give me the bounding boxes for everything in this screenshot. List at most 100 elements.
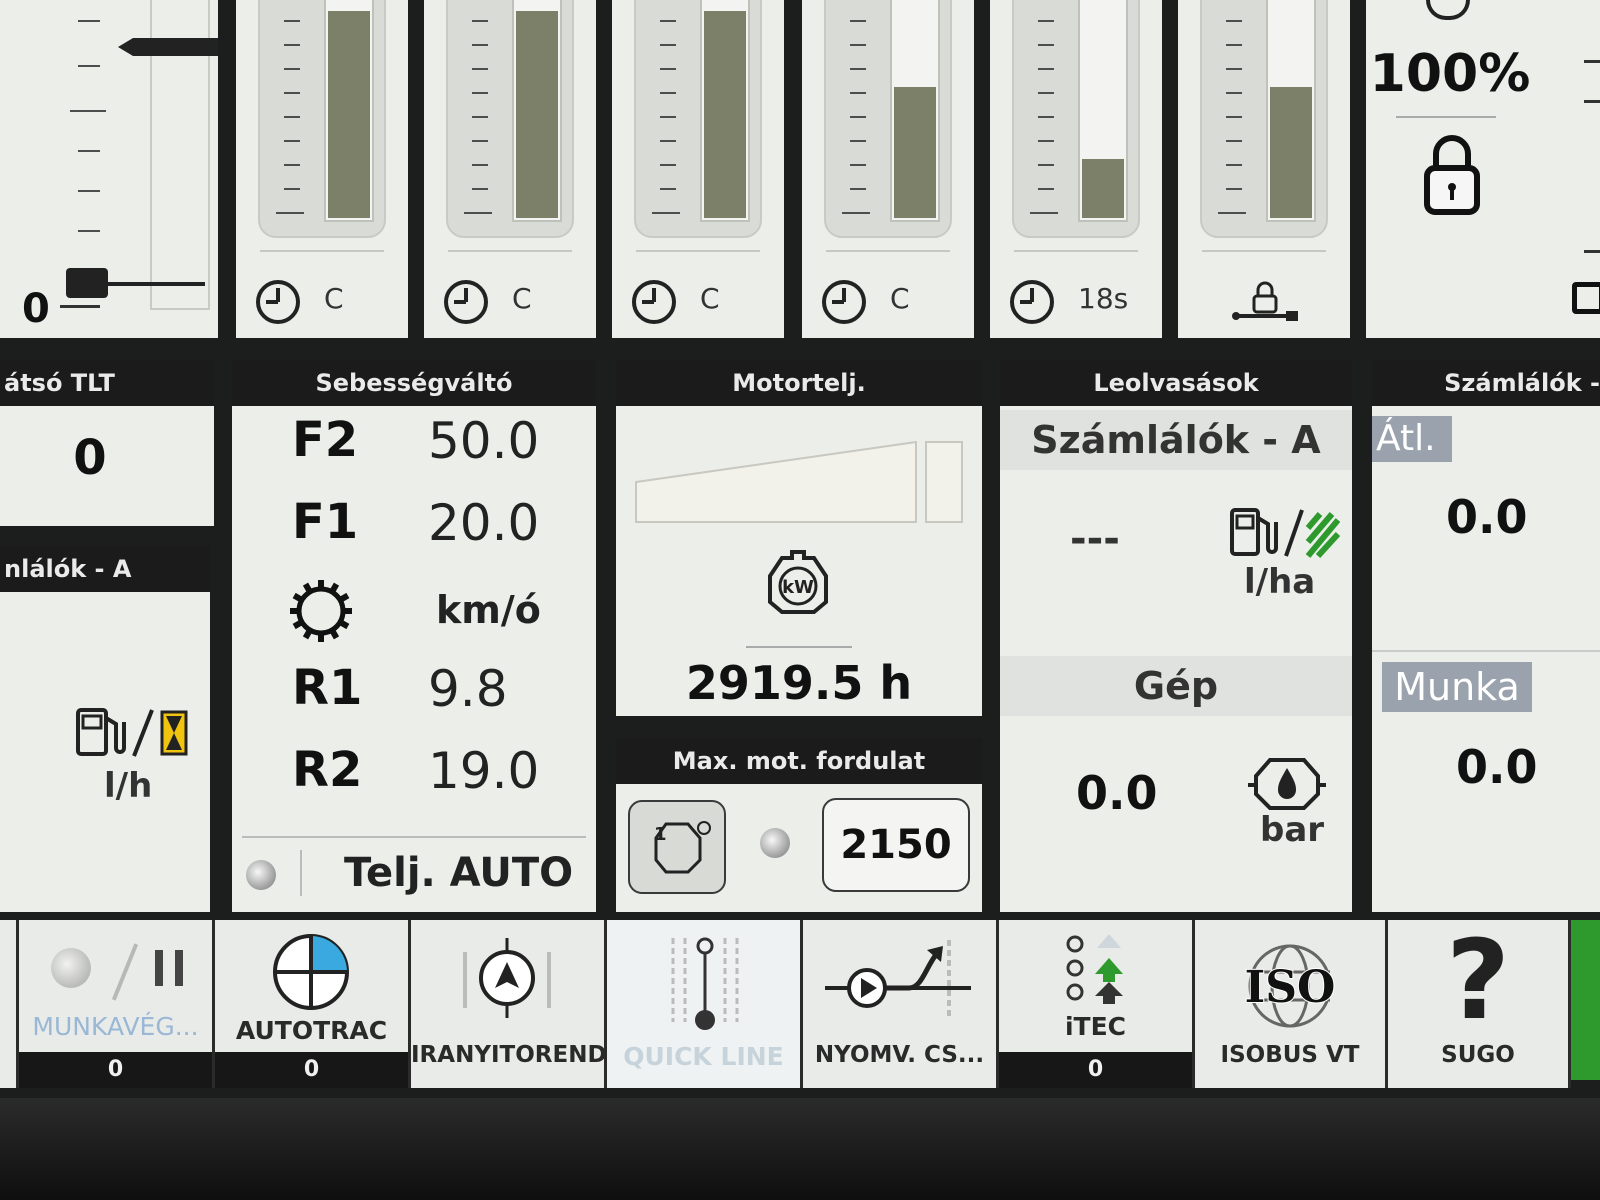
flow-bar-track: [324, 0, 374, 222]
scale-tick: [1038, 68, 1054, 70]
scale-tick: [850, 92, 866, 94]
divider: [746, 646, 852, 648]
scale-tick: [1038, 140, 1054, 142]
valve-slider-panel[interactable]: C: [612, 0, 784, 338]
nav-quick-line[interactable]: QUICK LINE: [607, 920, 803, 1088]
nav-isobus[interactable]: ISO ISOBUS VT: [1195, 920, 1388, 1088]
scale-tick: [472, 164, 488, 166]
valve-slider-panel[interactable]: C: [802, 0, 974, 338]
rear-pto-value: 0: [73, 430, 107, 486]
counters-left-panel[interactable]: nlálók - A l/h: [0, 546, 210, 912]
engine-oil-pressure-icon: [1248, 758, 1326, 810]
draft-percent: 100%: [1369, 44, 1531, 104]
divider: [826, 250, 950, 252]
transmission-header: Sebességváltó: [232, 360, 596, 406]
flow-bar-track: [1078, 0, 1128, 222]
readings-group-a[interactable]: Számlálók - A: [1000, 410, 1352, 470]
nav-itec[interactable]: iTEC 0: [999, 920, 1195, 1088]
max-rpm-panel[interactable]: Max. mot. fordulat 1 2150: [616, 738, 982, 912]
rear-pto-panel[interactable]: átsó TLT 0: [0, 360, 214, 526]
engine-power-header: Motortelj.: [616, 360, 982, 406]
timer-icon: [256, 280, 300, 324]
nav-headland-label: NYOMV. CS...: [814, 1042, 985, 1068]
valve-slider-panel[interactable]: [1178, 0, 1350, 338]
headland-sequence-icon: [825, 940, 971, 1020]
flow-bar-track: [890, 0, 940, 222]
max-rpm-mode-button[interactable]: 1: [628, 800, 726, 894]
divider: [1396, 116, 1496, 118]
locked-valve-icon: [1232, 281, 1298, 321]
nav-work-end-count: 0: [19, 1052, 212, 1088]
lock-icon[interactable]: [1422, 130, 1482, 216]
svg-text:kW: kW: [782, 577, 814, 598]
gear-speed-value: 9.8: [428, 660, 508, 718]
scale-tick: [464, 212, 492, 214]
nav-autotrac[interactable]: AUTOTRAC 0: [215, 920, 411, 1088]
pressure-value: 0.0: [1076, 766, 1158, 820]
pause-icon: [155, 950, 183, 986]
timer-icon: [632, 280, 676, 324]
scale-tick: [1226, 20, 1242, 22]
scale-tick: [652, 212, 680, 214]
valve-slider-panel[interactable]: C: [236, 0, 408, 338]
scale-tick: [472, 44, 488, 46]
timer-icon: [822, 280, 866, 324]
valve-slider-panel[interactable]: C: [424, 0, 596, 338]
work-value: 0.0: [1456, 740, 1538, 794]
nav-work-end[interactable]: MUNKAVÉG... 0: [19, 920, 215, 1088]
hitch-upper-limit-marker[interactable]: [118, 38, 218, 56]
nav-headland[interactable]: NYOMV. CS...: [803, 920, 999, 1088]
timer-icon: [1010, 280, 1054, 324]
scale-tick: [284, 188, 300, 190]
nav-help[interactable]: ? SUGO: [1388, 920, 1571, 1088]
power-gauge: [635, 440, 963, 523]
scale-tick: [850, 188, 866, 190]
quick-line-icon: [671, 937, 739, 1030]
readings-panel[interactable]: Leolvasások Számlálók - A --- l/ha Gép 0…: [1000, 360, 1352, 912]
fuel-per-hour-icon: [76, 708, 188, 757]
scale-tick: [1030, 212, 1058, 214]
divider: [242, 836, 586, 838]
scale-tick: [472, 116, 488, 118]
readings-group-b[interactable]: Gép: [1000, 656, 1352, 716]
scale-tick: [1226, 68, 1242, 70]
valve-slider-panel[interactable]: 18s: [990, 0, 1162, 338]
scale-tick: [660, 188, 676, 190]
divider: [300, 850, 302, 896]
avg-value: 0.0: [1446, 490, 1528, 544]
divider: [448, 250, 572, 252]
nav-quick-line-label: QUICK LINE: [623, 1042, 784, 1071]
nav-guidance-label: IRANYITOREND: [411, 1042, 607, 1068]
nav-guidance[interactable]: IRANYITOREND: [411, 920, 607, 1088]
flow-bar-fill: [704, 11, 746, 218]
scale-tick: [1038, 188, 1054, 190]
scale-tick: [284, 164, 300, 166]
nav-right-edge[interactable]: [1571, 920, 1600, 1080]
separator-slash: [111, 943, 139, 1001]
timer-mode-label: C: [700, 282, 720, 315]
work-tab[interactable]: Munka: [1382, 662, 1532, 712]
transmission-panel[interactable]: Sebességváltó F2 50.0 F1 20.0 km/ó R1 9.8 R2 19.…: [232, 360, 596, 912]
transmission-mode[interactable]: Telj. AUTO: [344, 850, 573, 896]
scale-tick: [850, 68, 866, 70]
counters-right-header: Számlálók -: [1372, 360, 1600, 406]
scale-tick: [1226, 140, 1242, 142]
nav-work-end-label: MUNKAVÉG...: [32, 1012, 199, 1041]
nav-isobus-label: ISOBUS VT: [1220, 1042, 1360, 1068]
gear-label: R1: [292, 660, 363, 716]
avg-tab[interactable]: Átl.: [1372, 416, 1452, 462]
gear-label: F2: [292, 412, 359, 468]
max-rpm-value-button[interactable]: 2150: [822, 798, 970, 892]
scale-tick: [660, 68, 676, 70]
flow-bar-fill: [516, 11, 558, 218]
itec-icon: [1066, 934, 1123, 1004]
scale-tick: [284, 140, 300, 142]
readings-header: Leolvasások: [1000, 360, 1352, 406]
flow-bar-fill: [1270, 87, 1312, 218]
scale-tick: [850, 140, 866, 142]
scale-tick: [284, 68, 300, 70]
rear-pto-header: átsó TLT: [0, 360, 214, 406]
counters-right-panel[interactable]: Számlálók - Átl. 0.0 Munka 0.0: [1372, 360, 1600, 912]
engine-power-panel[interactable]: Motortelj. kW 2919.5 h: [616, 360, 982, 716]
flow-bar-fill: [328, 11, 370, 218]
